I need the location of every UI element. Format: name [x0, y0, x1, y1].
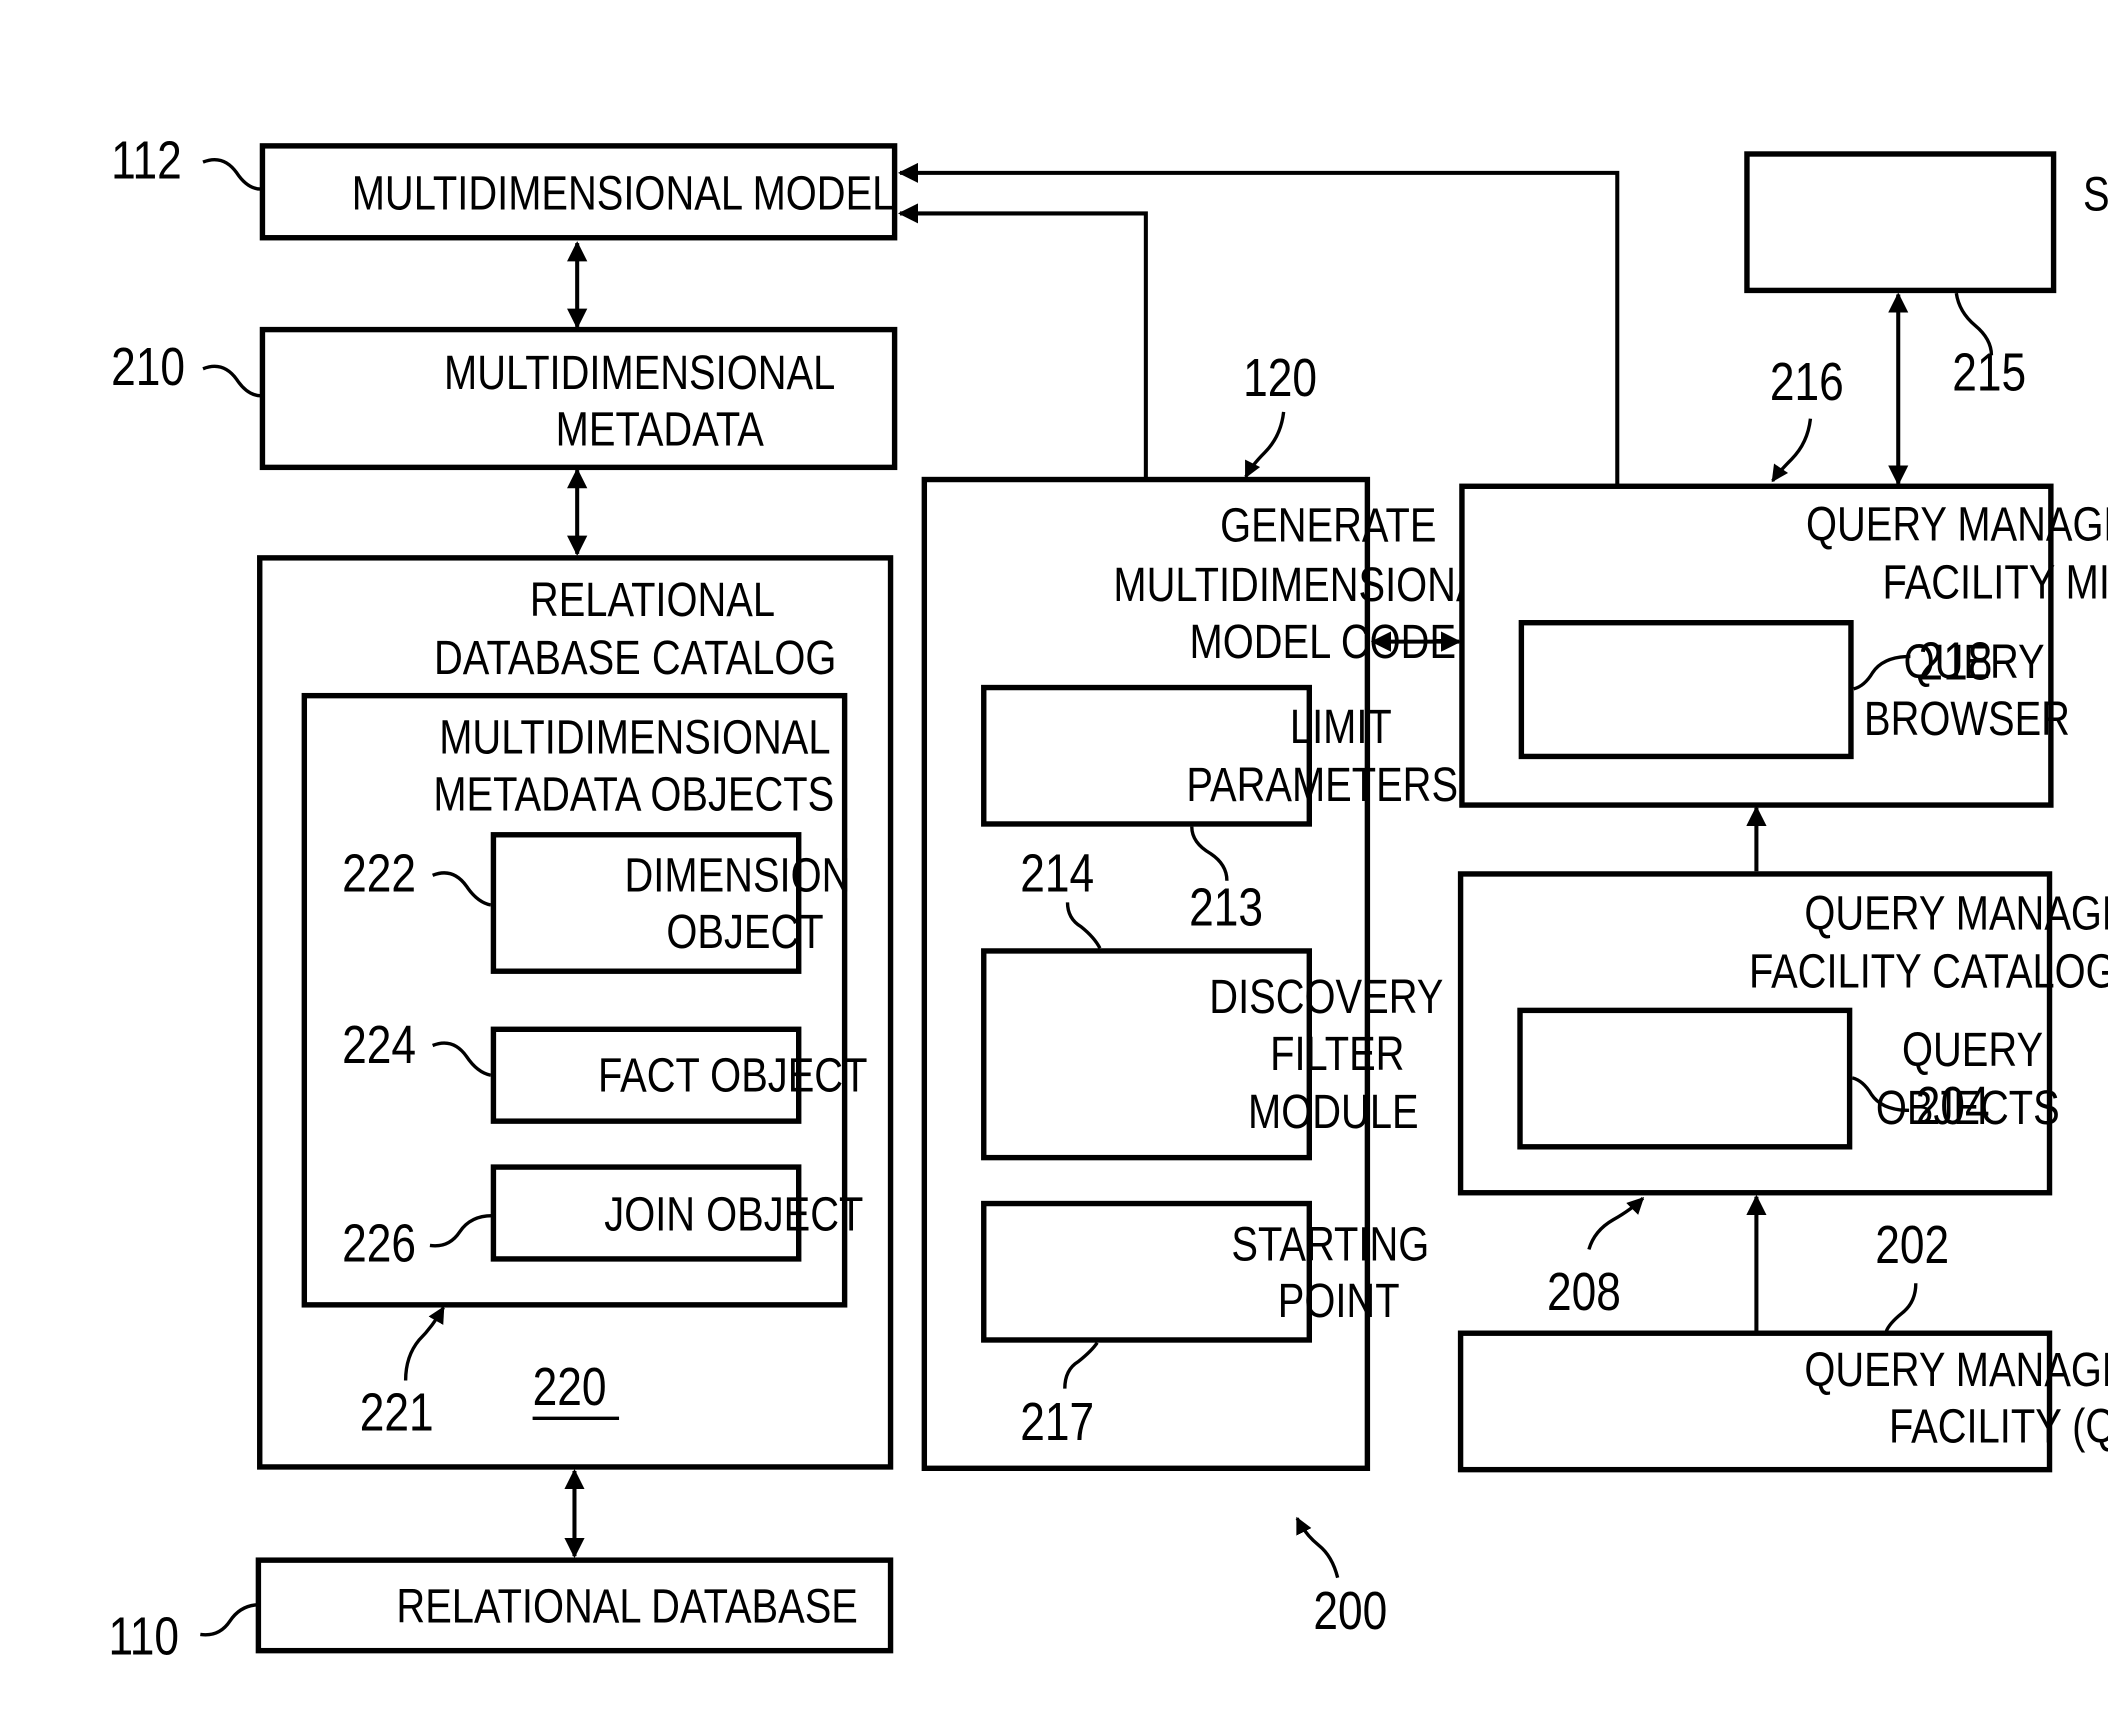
box-mmo-line-1: MULTIDIMENSIONAL [439, 711, 830, 765]
box-relational-database-line-1: RELATIONAL DATABASE [396, 1580, 857, 1634]
box-starting-point-line-1: STARTING [1231, 1218, 1429, 1272]
leader-110 [200, 1603, 260, 1637]
ref-202: 202 [1875, 1215, 1949, 1275]
box-discovery-line-1: DISCOVERY [1209, 970, 1443, 1024]
ref-210: 210 [111, 337, 185, 397]
box-relational-database: RELATIONAL DATABASE [255, 1557, 894, 1654]
ref-214: 214 [1020, 843, 1094, 903]
ref-216: 216 [1770, 352, 1844, 412]
box-limit-parameters-line-1: LIMIT [1290, 700, 1392, 754]
box-qmf-line-1: QUERY MANAGEMENT [1804, 1343, 2108, 1397]
ref-218: 218 [1918, 631, 1992, 691]
box-relational-database-catalog-line-2: DATABASE CATALOG [434, 631, 836, 685]
arrow-generate-to-model [897, 203, 1148, 480]
box-relational-database-catalog-line-1: RELATIONAL [530, 573, 775, 627]
leader-216 [1771, 418, 1813, 483]
box-generate-code-line-2: MULTIDIMENSIONAL [1113, 558, 1504, 612]
box-multidimensional-model: MULTIDIMENSIONAL MODEL [259, 143, 898, 241]
box-qmf-catalog-line-2: FACILITY CATALOG TABLES [1749, 945, 2108, 999]
box-dimension-object-line-1: DIMENSION [625, 849, 851, 903]
box-generate-code-line-1: GENERATE [1220, 499, 1436, 553]
box-discovery-line-2: FILTER [1270, 1027, 1404, 1081]
box-dimension-object-line-2: OBJECT [666, 906, 823, 960]
box-limit-parameters-line-2: PARAMETERS [1186, 758, 1458, 812]
box-multidimensional-metadata-line-2: METADATA [556, 403, 764, 457]
ref-213: 213 [1189, 877, 1263, 937]
leader-112 [202, 158, 262, 191]
leader-202 [1884, 1283, 1918, 1333]
ref-110: 110 [108, 1607, 179, 1667]
ref-222: 222 [342, 843, 416, 903]
box-discovery-filter-module: DISCOVERY FILTER MODULE [981, 948, 1443, 1161]
box-discovery-line-3: MODULE [1248, 1085, 1419, 1139]
box-query-browser-line-2: BROWSER [1864, 692, 2070, 746]
ref-120: 120 [1243, 348, 1317, 408]
ref-204: 204 [1916, 1076, 1990, 1136]
box-limit-parameters: LIMIT PARAMETERS [981, 684, 1458, 827]
box-multidimensional-metadata-line-1: MULTIDIMENSIONAL [444, 346, 835, 400]
ref-221: 221 [360, 1382, 434, 1442]
leader-200 [1295, 1516, 1340, 1579]
ref-215: 215 [1952, 342, 2026, 402]
ref-224: 224 [342, 1015, 416, 1075]
box-multidimensional-metadata: MULTIDIMENSIONAL METADATA [259, 326, 898, 471]
ref-220: 220 [533, 1357, 607, 1417]
ref-112: 112 [111, 130, 182, 190]
leader-208 [1587, 1196, 1645, 1250]
box-qmf-miner-line-1: QUERY MANAGEMENT [1806, 498, 2108, 552]
box-qmf-line-2: FACILITY (QMF) [1889, 1400, 2108, 1454]
box-qmf: QUERY MANAGEMENT FACILITY (QMF) [1457, 1330, 2108, 1473]
box-starting-point-line-2: POINT [1278, 1274, 1400, 1328]
box-mmo-line-2: METADATA OBJECTS [433, 768, 834, 822]
ref-200: 200 [1313, 1581, 1387, 1641]
box-qmf-catalog-line-1: QUERY MANAGEMENT [1804, 887, 2108, 941]
box-fact-object-line-1: FACT OBJECT [598, 1049, 867, 1103]
ref-208: 208 [1547, 1262, 1621, 1322]
box-sql-parser-line-1: SQL MODULE [2083, 168, 2108, 222]
box-query-objects-line-1: QUERY [1902, 1023, 2043, 1077]
ref-226: 226 [342, 1214, 416, 1274]
architecture-diagram: MULTIDIMENSIONAL MODEL MULTIDIMENSIONAL … [108, 130, 2108, 1667]
box-join-object-line-1: JOIN OBJECT [604, 1188, 863, 1242]
box-dimension-object: DIMENSION OBJECT [490, 832, 851, 974]
box-multidimensional-model-line-1: MULTIDIMENSIONAL MODEL [352, 167, 895, 221]
box-qmf-miner-line-2: FACILITY MINER [1882, 556, 2108, 610]
box-sql-module-parser: SQL MODULE PARSER [1744, 151, 2108, 294]
arrow-miner-to-model [897, 162, 1620, 487]
box-generate-code-line-3: MODEL CODE [1190, 615, 1457, 669]
leader-210 [202, 364, 262, 398]
ref-217: 217 [1020, 1392, 1094, 1452]
leader-120 [1244, 411, 1286, 479]
